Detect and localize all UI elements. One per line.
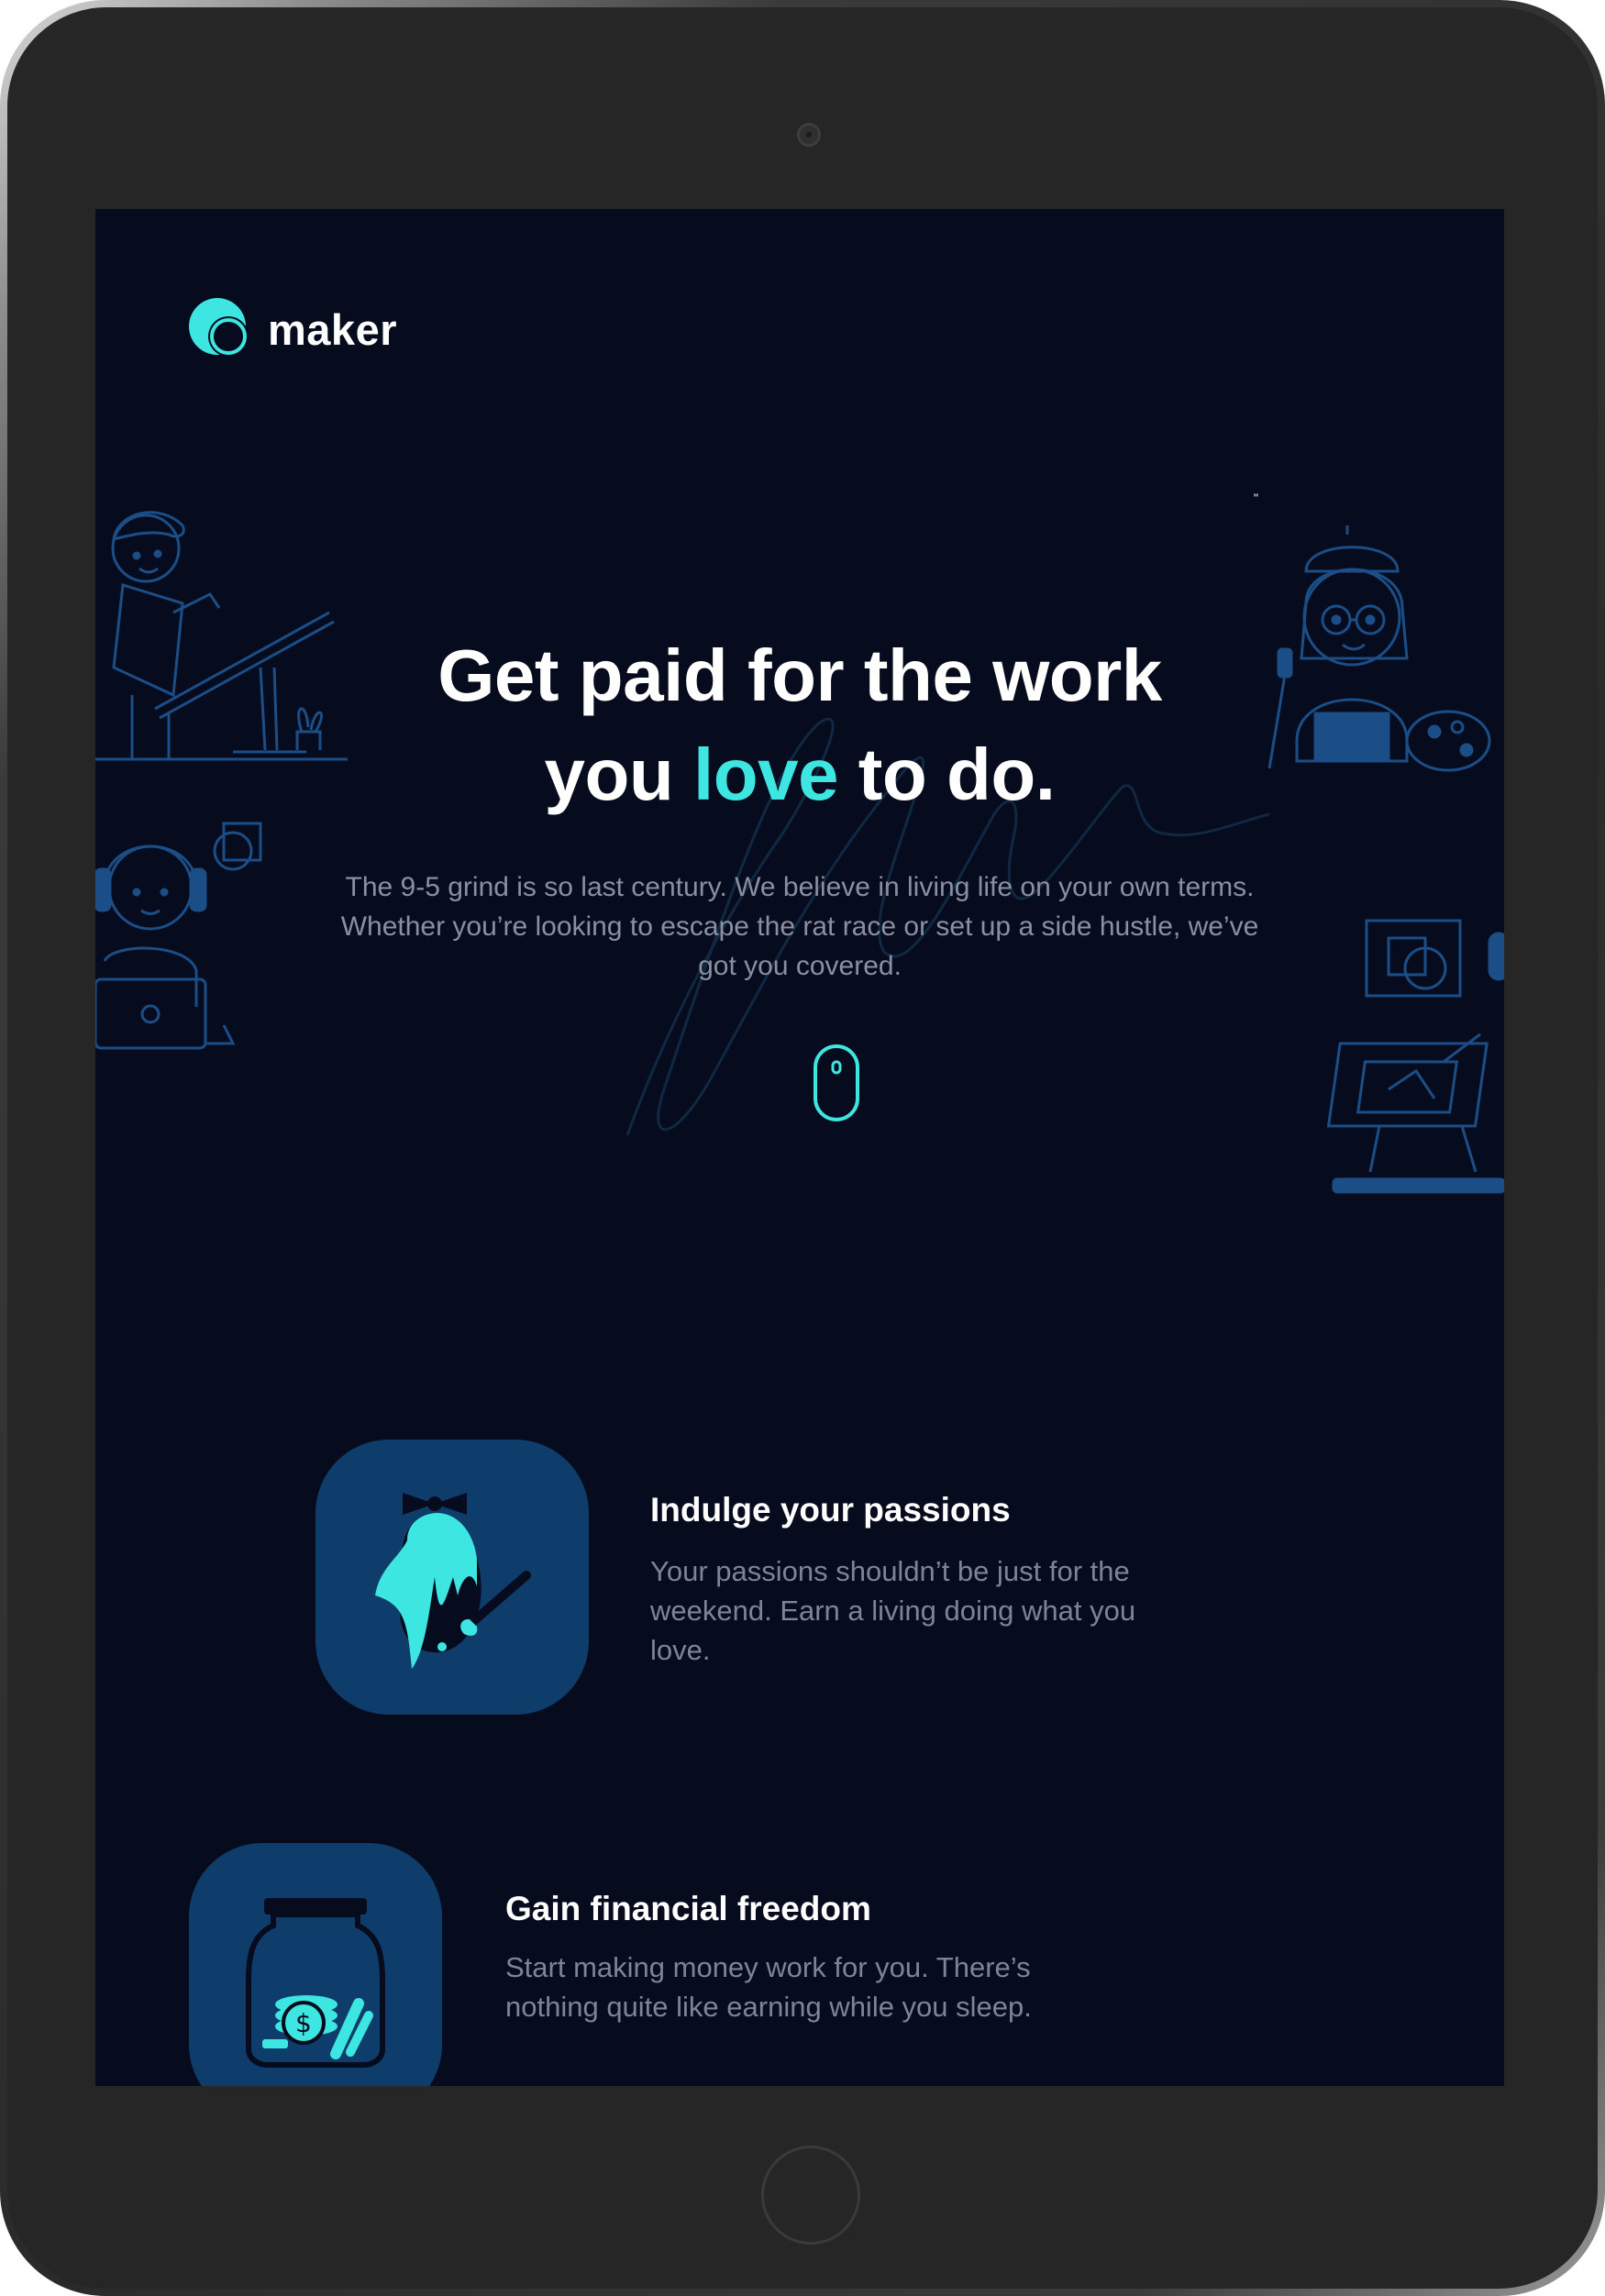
hero-title-post: to do. — [838, 734, 1056, 815]
hero-title-line2: you love to do. — [341, 725, 1258, 824]
hero-title-accent: love — [692, 734, 839, 815]
home-button[interactable] — [761, 2146, 860, 2245]
drawing-tablet-illustration — [1326, 1032, 1504, 1194]
feature-description: Start making money work for you. There’s… — [505, 1951, 1032, 2023]
logo[interactable]: maker — [187, 297, 397, 361]
stray-mark: " — [1254, 491, 1258, 505]
feature-icon-tile: $ — [189, 1843, 442, 2086]
hero-title-line1: Get paid for the work — [437, 635, 1162, 716]
camera-icon — [797, 123, 821, 147]
designer-illustration — [95, 511, 348, 761]
mouse-icon[interactable] — [813, 1043, 860, 1122]
svg-text:$: $ — [295, 2008, 312, 2038]
feature-title: Gain financial freedom — [505, 1890, 871, 1927]
money-jar-icon: $ — [246, 1898, 385, 2068]
hero-title: Get paid for the work you love to do. — [341, 626, 1258, 824]
headphones-illustration — [95, 822, 262, 1050]
painter-illustration — [1267, 525, 1491, 772]
screen: maker " Get paid for the work you love t… — [95, 209, 1504, 2086]
maker-logo-icon — [189, 298, 249, 357]
paint-bucket-icon — [375, 1493, 531, 1669]
feature-icon-tile — [315, 1440, 589, 1715]
hero-description: The 9-5 grind is so last century. We bel… — [340, 872, 1259, 981]
frame-illustration — [1365, 919, 1504, 998]
hero-title-pre: you — [544, 734, 693, 815]
feature-title: Indulge your passions — [650, 1491, 1011, 1529]
logo-text: maker — [268, 304, 397, 354]
feature-description: Your passions shouldn’t be just for the … — [650, 1555, 1136, 1666]
